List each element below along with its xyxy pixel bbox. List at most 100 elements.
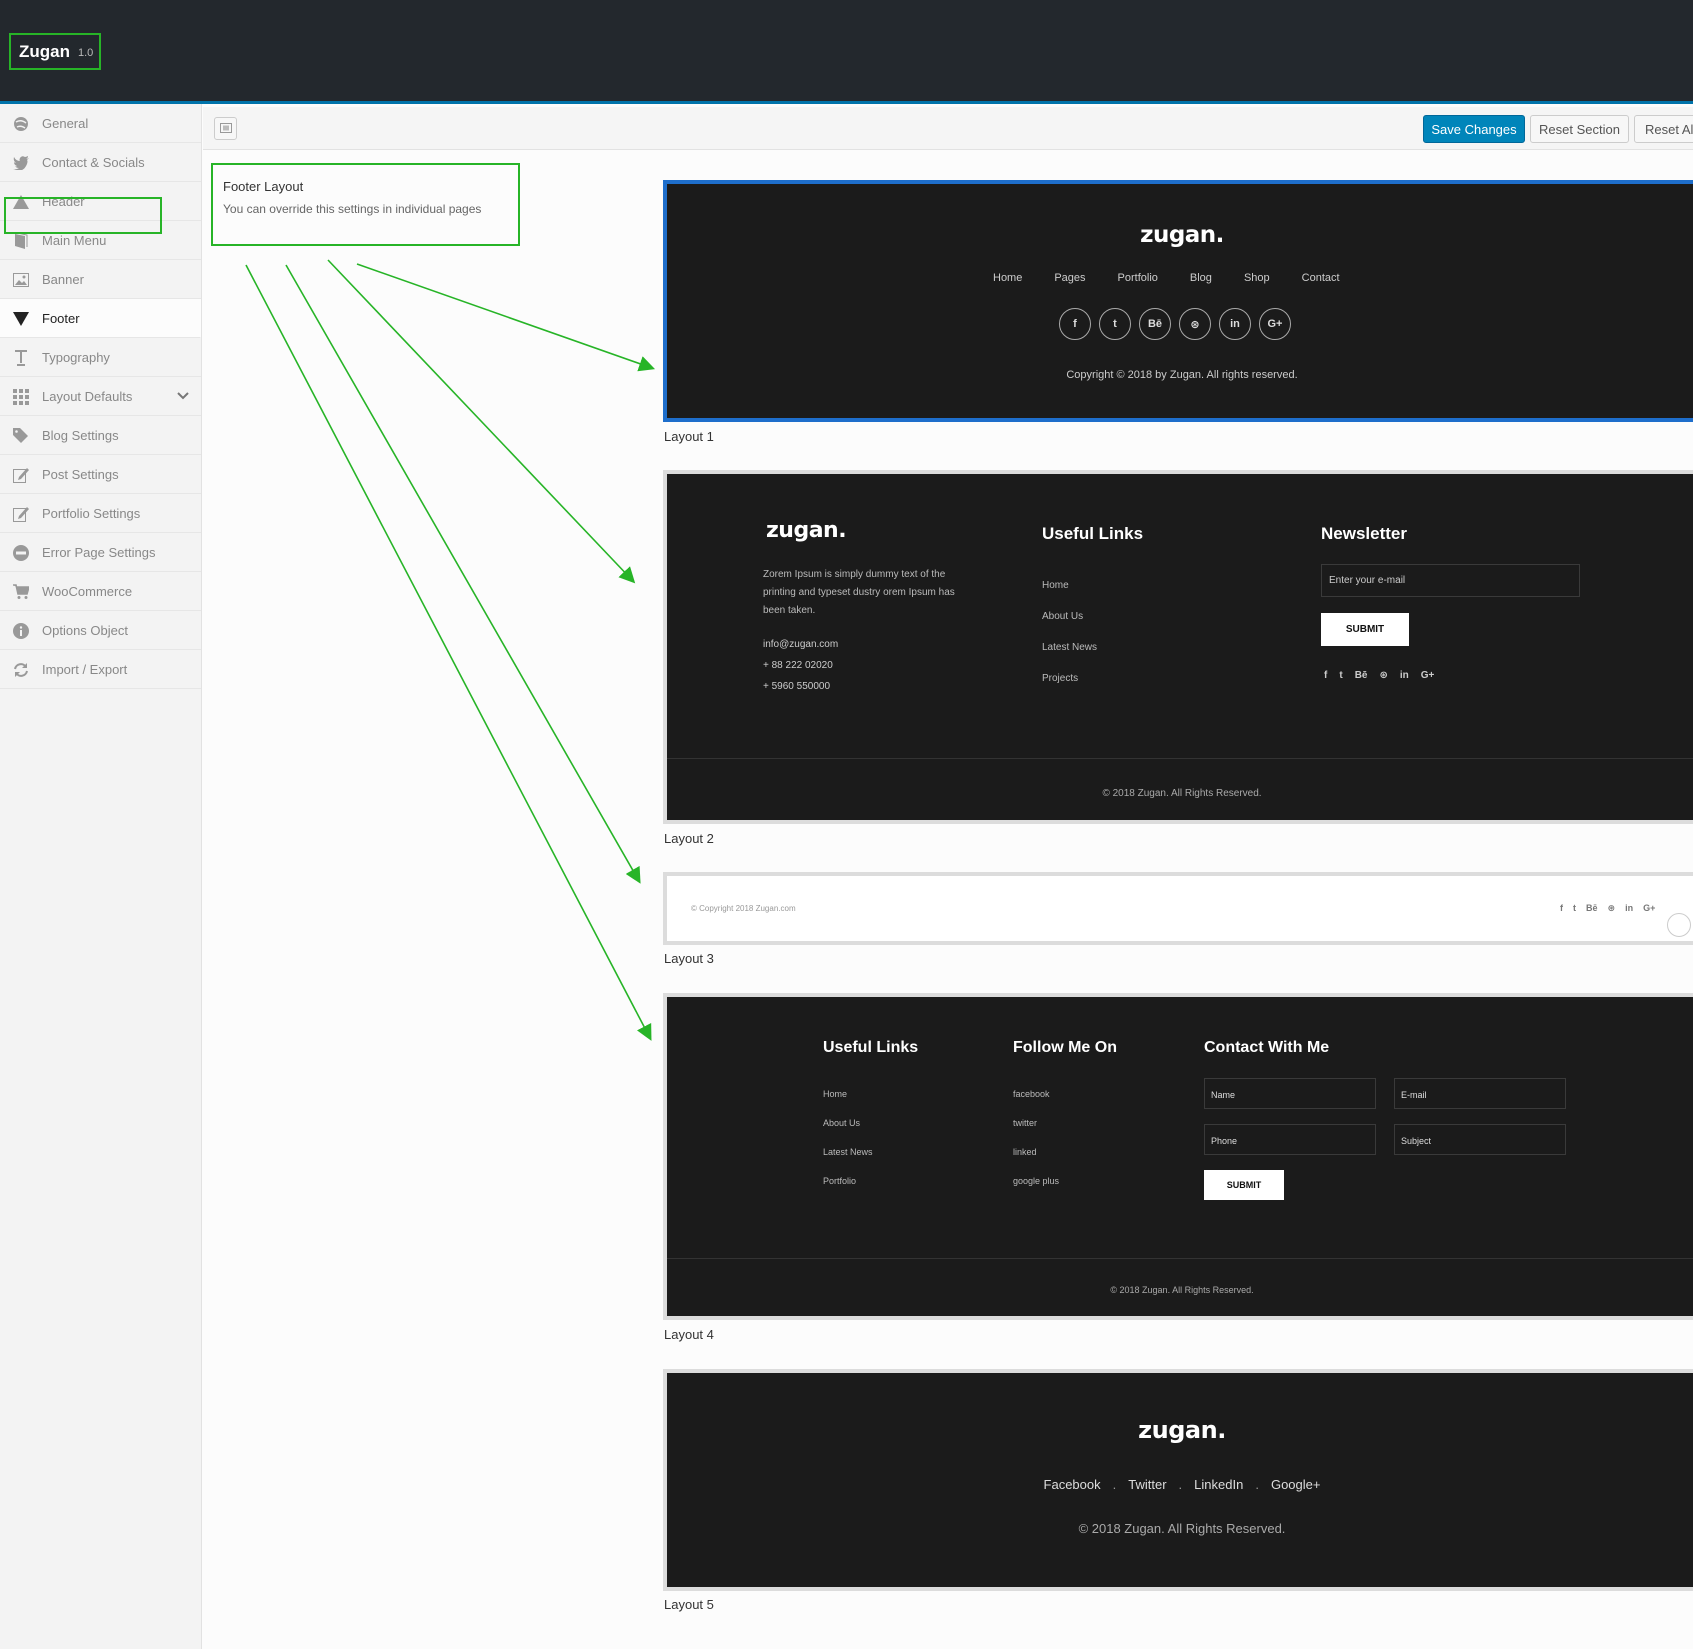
google-plus-icon: G+: [1643, 903, 1656, 913]
options-toolbar: Save Changes Reset Section Reset All: [203, 107, 1693, 150]
twitter-icon: [12, 154, 29, 171]
sidebar-item-contact-socials[interactable]: Contact & Socials: [0, 143, 201, 182]
phone-field: Phone: [1204, 1124, 1376, 1155]
sidebar-item-post-settings[interactable]: Post Settings: [0, 455, 201, 494]
sidebar-item-label: Import / Export: [42, 661, 128, 677]
linkedin-icon: in: [1625, 903, 1634, 913]
sidebar-item-general[interactable]: General: [0, 104, 201, 143]
sidebar-item-woocommerce[interactable]: WooCommerce: [0, 572, 201, 611]
footer-layout-2-option[interactable]: zugan. Zorem Ipsum is simply dummy text …: [663, 470, 1693, 824]
behance-icon: Bē: [1354, 670, 1368, 681]
sidebar-item-options-object[interactable]: Options Object: [0, 611, 201, 650]
sidebar-item-import-export[interactable]: Import / Export: [0, 650, 201, 689]
edit-icon: [12, 505, 29, 522]
triangle-up-icon: [12, 193, 29, 210]
footer-nav-item: Pages: [1054, 272, 1086, 284]
copyright-text: © Copyright 2018 Zugan.com: [691, 904, 796, 913]
expand-options-button[interactable]: [214, 117, 237, 140]
sidebar-item-footer[interactable]: Footer: [0, 299, 201, 338]
copyright-text: Copyright © 2018 by Zugan. All rights re…: [1066, 369, 1298, 381]
reset-section-button[interactable]: Reset Section: [1530, 115, 1629, 143]
useful-link: Projects: [1042, 673, 1079, 684]
footer-nav-item: Shop: [1243, 272, 1270, 284]
useful-links-title: Useful Links: [1042, 524, 1144, 543]
email-field: E-mail: [1394, 1078, 1566, 1109]
sidebar-item-label: Options Object: [42, 622, 128, 638]
zugan-logo: zugan.: [1138, 1416, 1226, 1444]
social-icons: f t Bē ⊛ in G+: [1059, 308, 1291, 340]
zugan-logo: zugan.: [1140, 222, 1224, 248]
chevron-down-icon[interactable]: [176, 389, 190, 403]
follow-title: Follow Me On: [1013, 1039, 1117, 1056]
tags-icon: [12, 427, 29, 444]
facebook-icon: f: [1059, 308, 1091, 340]
sidebar-item-label: Contact & Socials: [42, 154, 145, 170]
footer-layout-4-option[interactable]: Useful Links Home About Us Latest News P…: [663, 993, 1693, 1320]
follow-link: linked: [1013, 1147, 1037, 1157]
useful-link: About Us: [823, 1118, 861, 1128]
sidebar-item-label: WooCommerce: [42, 583, 133, 599]
options-sidebar: General Contact & Socials Header Main Me…: [0, 104, 202, 1649]
behance-icon: Bē: [1586, 903, 1598, 913]
save-changes-button[interactable]: Save Changes: [1423, 115, 1525, 143]
sidebar-item-label: Layout Defaults: [42, 388, 133, 404]
text-icon: [12, 349, 29, 366]
brand: Zugan 1.0: [9, 33, 101, 70]
about-text: Zorem Ipsum is simply dummy text of the …: [763, 569, 955, 616]
facebook-icon: f: [1324, 670, 1328, 681]
brand-version: 1.0: [78, 47, 94, 59]
footer-layout-5-option[interactable]: zugan. Facebook. Twitter. LinkedIn. Google+…: [663, 1369, 1693, 1591]
sidebar-item-label: Post Settings: [42, 466, 119, 482]
footer-nav-item: Blog: [1189, 272, 1212, 284]
sidebar-item-label: Banner: [42, 271, 84, 287]
sidebar-item-banner[interactable]: Banner: [0, 260, 201, 299]
contact-title: Contact With Me: [1204, 1039, 1330, 1056]
contact-submit-button: SUBMIT: [1204, 1170, 1284, 1200]
sidebar-item-portfolio-settings[interactable]: Portfolio Settings: [0, 494, 201, 533]
footer-layout-1-option[interactable]: zugan. Home Pages Portfolio Blog Shop Co…: [663, 180, 1693, 422]
useful-link: Portfolio: [823, 1176, 857, 1186]
sidebar-item-error-page-settings[interactable]: Error Page Settings: [0, 533, 201, 572]
sidebar-item-label: Footer: [42, 310, 80, 326]
contact-phone: + 5960 550000: [763, 681, 831, 692]
behance-icon: Bē: [1139, 308, 1171, 340]
refresh-icon: [12, 661, 29, 678]
useful-links-title: Useful Links: [823, 1039, 919, 1056]
image-icon: [12, 271, 29, 288]
useful-link: Home: [1042, 580, 1069, 591]
footer-nav: Home Pages Portfolio Blog Shop Contact: [993, 272, 1372, 284]
sidebar-item-header[interactable]: Header: [0, 182, 201, 221]
footer-nav-item: Home: [993, 272, 1023, 284]
useful-link: Latest News: [823, 1147, 873, 1157]
facebook-icon: f: [1560, 903, 1563, 913]
useful-link: Home: [823, 1089, 848, 1099]
twitter-icon: t: [1339, 670, 1343, 681]
option-description: You can override this settings in indivi…: [223, 202, 482, 216]
triangle-down-icon: [12, 310, 29, 327]
sidebar-item-layout-defaults[interactable]: Layout Defaults: [0, 377, 201, 416]
book-icon: [12, 232, 29, 249]
footer-nav-item: Contact: [1301, 272, 1340, 284]
copyright-text: © 2018 Zugan. All Rights Reserved.: [1078, 1521, 1286, 1536]
reset-all-button[interactable]: Reset All: [1634, 115, 1693, 143]
useful-links: Home About Us Latest News Projects: [1042, 570, 1097, 694]
useful-link: About Us: [1042, 611, 1084, 622]
sidebar-item-blog-settings[interactable]: Blog Settings: [0, 416, 201, 455]
social-link: Google+: [1270, 1477, 1321, 1492]
contact-email: info@zugan.com: [763, 639, 839, 650]
sidebar-item-main-menu[interactable]: Main Menu: [0, 221, 201, 260]
footer-layout-3-option[interactable]: © Copyright 2018 Zugan.com f t Bē ⊛ in G…: [663, 872, 1693, 945]
google-plus-icon: G+: [1259, 308, 1291, 340]
grid-icon: [12, 388, 29, 405]
layout-caption: Layout 5: [664, 1597, 714, 1612]
copyright-text: © 2018 Zugan. All Rights Reserved.: [1102, 788, 1262, 799]
zugan-logo: zugan.: [766, 518, 847, 543]
minus-circle-icon: [12, 544, 29, 561]
social-link: Twitter: [1128, 1477, 1167, 1492]
expand-icon: [219, 120, 232, 138]
useful-links: Home About Us Latest News Portfolio: [823, 1080, 873, 1196]
cart-icon: [12, 583, 29, 600]
sidebar-item-typography[interactable]: Typography: [0, 338, 201, 377]
google-plus-icon: G+: [1420, 670, 1435, 681]
option-title: Footer Layout: [223, 179, 304, 194]
